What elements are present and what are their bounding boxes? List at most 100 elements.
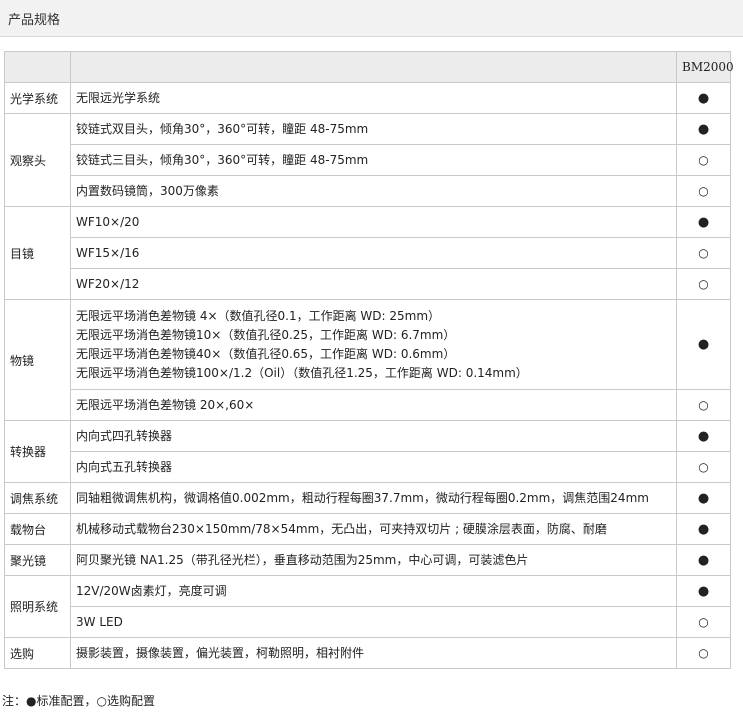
table-row: 观察头 铰链式双目头，倾角30°，360°可转，瞳距 48-75mm ● — [4, 113, 731, 207]
hollow-circle-icon: ○ — [698, 246, 709, 260]
category-cell: 聚光镜 — [4, 544, 71, 576]
description-cell: 同轴粗微调焦机构，微调格值0.002mm，粗动行程每圈37.7mm，微动行程每圈… — [70, 482, 677, 514]
filled-circle-icon: ● — [697, 490, 710, 506]
category-cell: 目镜 — [4, 206, 71, 300]
hollow-circle-icon: ○ — [698, 184, 709, 198]
filled-circle-icon: ● — [697, 90, 710, 106]
model-column-header: BM2000 — [676, 51, 734, 83]
description-cell: 内向式五孔转换器 — [70, 451, 677, 483]
description-cell: 内置数码镜筒，300万像素 — [70, 175, 677, 207]
config-mark-cell: ○ — [676, 389, 731, 421]
filled-circle-icon: ● — [697, 552, 710, 568]
category-cell: 选购 — [4, 637, 71, 669]
description-line: 铰链式三目头，倾角30°，360°可转，瞳距 48-75mm — [76, 152, 369, 167]
config-mark-cell: ○ — [676, 451, 731, 483]
hollow-circle-icon: ○ — [698, 398, 709, 412]
category-cell: 物镜 — [4, 299, 71, 421]
filled-circle-icon: ● — [697, 521, 710, 537]
description-line: 12V/20W卤素灯，亮度可调 — [76, 583, 227, 598]
table-row: WF20×/12 ○ — [5, 268, 731, 300]
table-row: 内置数码镜筒，300万像素 ○ — [5, 175, 731, 207]
legend-note: 注：●标准配置，○选购配置 — [2, 694, 155, 708]
filled-circle-icon: ● — [697, 121, 710, 137]
description-line: WF10×/20 — [76, 214, 140, 229]
hollow-circle-icon: ○ — [698, 646, 709, 660]
config-mark-cell: ● — [676, 513, 731, 545]
config-mark-cell: ● — [676, 206, 731, 238]
table-row: 铰链式三目头，倾角30°，360°可转，瞳距 48-75mm ○ — [5, 144, 731, 176]
description-cell: WF15×/16 — [70, 237, 677, 269]
config-mark-cell: ● — [676, 420, 731, 452]
category-cell: 调焦系统 — [4, 482, 71, 514]
description-line: 阿贝聚光镜 NA1.25（带孔径光栏），垂直移动范围为25mm，中心可调，可装滤… — [76, 552, 529, 567]
description-cell: 摄影装置，摄像装置，偏光装置，柯勒照明，相衬附件 — [70, 637, 677, 669]
description-cell: 无限远光学系统 — [70, 82, 677, 114]
config-mark-cell: ○ — [676, 175, 731, 207]
config-mark-cell: ● — [676, 113, 731, 145]
table-row: 聚光镜 阿贝聚光镜 NA1.25（带孔径光栏），垂直移动范围为25mm，中心可调，… — [4, 544, 731, 576]
table-header-row: BM2000 — [4, 51, 734, 83]
config-mark-cell: ● — [676, 82, 731, 114]
description-cell: 无限远平场消色差物镜 4×（数值孔径0.1，工作距离 WD: 25mm） 无限远平… — [70, 299, 677, 390]
description-line: 无限远平场消色差物镜40×（数值孔径0.65，工作距离 WD: 0.6mm） — [76, 346, 456, 361]
table-row: WF15×/16 ○ — [5, 237, 731, 269]
page-title: 产品规格 — [8, 13, 61, 28]
config-mark-cell: ● — [676, 299, 731, 390]
description-line: 无限远光学系统 — [76, 90, 161, 105]
description-cell: 12V/20W卤素灯，亮度可调 — [70, 575, 677, 607]
table-row: 选购 摄影装置，摄像装置，偏光装置，柯勒照明，相衬附件 ○ — [4, 637, 731, 669]
description-line: 无限远平场消色差物镜 20×,60× — [76, 397, 255, 412]
description-cell: WF10×/20 — [70, 206, 677, 238]
spec-table: BM2000 光学系统 无限远光学系统 ● 观察头 铰链式双目头，倾角30°，360°可… — [4, 51, 734, 669]
description-line: 无限远平场消色差物镜10×（数值孔径0.25，工作距离 WD: 6.7mm） — [76, 327, 456, 342]
filled-circle-icon: ● — [697, 583, 710, 599]
table-row: 光学系统 无限远光学系统 ● — [4, 82, 731, 114]
hollow-circle-icon: ○ — [698, 615, 709, 629]
description-line: 机械移动式载物台230×150mm/78×54mm，无凸出，可夹持双切片 ; 硬… — [76, 521, 607, 536]
hollow-circle-icon: ○ — [698, 460, 709, 474]
table-row: 照明系统 12V/20W卤素灯，亮度可调 ● — [4, 575, 731, 638]
description-cell: WF20×/12 — [70, 268, 677, 300]
description-line: 铰链式双目头，倾角30°，360°可转，瞳距 48-75mm — [76, 121, 369, 136]
config-mark-cell: ○ — [676, 237, 731, 269]
config-mark-cell: ● — [676, 544, 731, 576]
description-cell: 内向式四孔转换器 — [70, 420, 677, 452]
header-category-cell — [4, 51, 71, 83]
filled-circle-icon: ● — [697, 428, 710, 444]
description-line: 同轴粗微调焦机构，微调格值0.002mm，粗动行程每圈37.7mm，微动行程每圈… — [76, 490, 649, 505]
description-cell: 阿贝聚光镜 NA1.25（带孔径光栏），垂直移动范围为25mm，中心可调，可装滤… — [70, 544, 677, 576]
description-cell: 铰链式双目头，倾角30°，360°可转，瞳距 48-75mm — [70, 113, 677, 145]
description-cell: 3W LED — [70, 606, 677, 638]
description-cell: 机械移动式载物台230×150mm/78×54mm，无凸出，可夹持双切片 ; 硬… — [70, 513, 677, 545]
header-description-cell — [70, 51, 677, 83]
category-cell: 载物台 — [4, 513, 71, 545]
category-cell: 转换器 — [4, 420, 71, 483]
table-row: 调焦系统 同轴粗微调焦机构，微调格值0.002mm，粗动行程每圈37.7mm，微动… — [4, 482, 731, 514]
spec-table-body: 光学系统 无限远光学系统 ● 观察头 铰链式双目头，倾角30°，360°可转，瞳距 48… — [4, 82, 731, 669]
category-cell: 光学系统 — [4, 82, 71, 114]
config-mark-cell: ● — [676, 482, 731, 514]
table-row: 目镜 WF10×/20 ● — [4, 206, 731, 300]
config-mark-cell: ○ — [676, 268, 731, 300]
description-line: WF15×/16 — [76, 245, 140, 260]
description-line: 3W LED — [76, 614, 123, 629]
section-header: 产品规格 — [0, 0, 743, 37]
filled-circle-icon: ● — [697, 214, 710, 230]
config-mark-cell: ○ — [676, 606, 731, 638]
description-line: 摄影装置，摄像装置，偏光装置，柯勒照明，相衬附件 — [76, 645, 365, 660]
description-line: 内置数码镜筒，300万像素 — [76, 183, 219, 198]
description-line: 无限远平场消色差物镜100×/1.2（Oil）（数值孔径1.25，工作距离 WD… — [76, 365, 528, 380]
description-line: 无限远平场消色差物镜 4×（数值孔径0.1，工作距离 WD: 25mm） — [76, 308, 441, 323]
table-row: 转换器 内向式四孔转换器 ● — [4, 420, 731, 483]
table-row: 载物台 机械移动式载物台230×150mm/78×54mm，无凸出，可夹持双切片 … — [4, 513, 731, 545]
category-cell: 照明系统 — [4, 575, 71, 638]
hollow-circle-icon: ○ — [698, 153, 709, 167]
table-row: 无限远平场消色差物镜 20×,60× ○ — [5, 389, 731, 421]
config-mark-cell: ○ — [676, 637, 731, 669]
category-cell: 观察头 — [4, 113, 71, 207]
config-mark-cell: ● — [676, 575, 731, 607]
description-line: WF20×/12 — [76, 276, 140, 291]
description-cell: 无限远平场消色差物镜 20×,60× — [70, 389, 677, 421]
table-row: 内向式五孔转换器 ○ — [5, 451, 731, 483]
description-cell: 铰链式三目头，倾角30°，360°可转，瞳距 48-75mm — [70, 144, 677, 176]
